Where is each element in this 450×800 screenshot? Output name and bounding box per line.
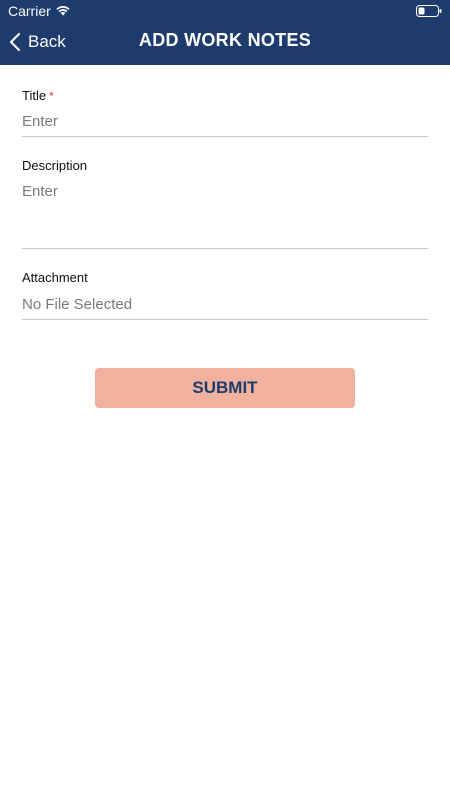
required-mark: * — [49, 89, 54, 103]
description-label: Description — [22, 158, 88, 173]
battery-icon — [416, 5, 442, 17]
page-title: ADD WORK NOTES — [138, 30, 312, 50]
carrier-label: Carrier — [8, 3, 51, 19]
wifi-icon — [56, 6, 70, 16]
navigation-bar: Back ADD WORK NOTES — [0, 22, 450, 65]
attachment-value[interactable]: No File Selected — [22, 296, 132, 313]
description-input[interactable]: Enter — [22, 183, 58, 200]
description-field[interactable]: Description Enter — [22, 158, 428, 250]
attachment-divider — [22, 319, 428, 320]
status-bar: Carrier — [0, 0, 450, 22]
title-divider — [22, 136, 428, 137]
title-label-text: Title — [22, 88, 47, 103]
title-input[interactable]: Enter — [22, 113, 58, 130]
app-header: Carrier Back ADD WORK NOTES — [0, 0, 450, 65]
title-field[interactable]: Title * Enter — [22, 86, 428, 138]
attachment-label: Attachment — [22, 270, 88, 285]
description-divider — [22, 248, 428, 249]
attachment-field[interactable]: Attachment No File Selected — [22, 270, 428, 322]
submit-button[interactable]: SUBMIT — [95, 368, 355, 408]
title-label: Title * — [22, 88, 54, 103]
